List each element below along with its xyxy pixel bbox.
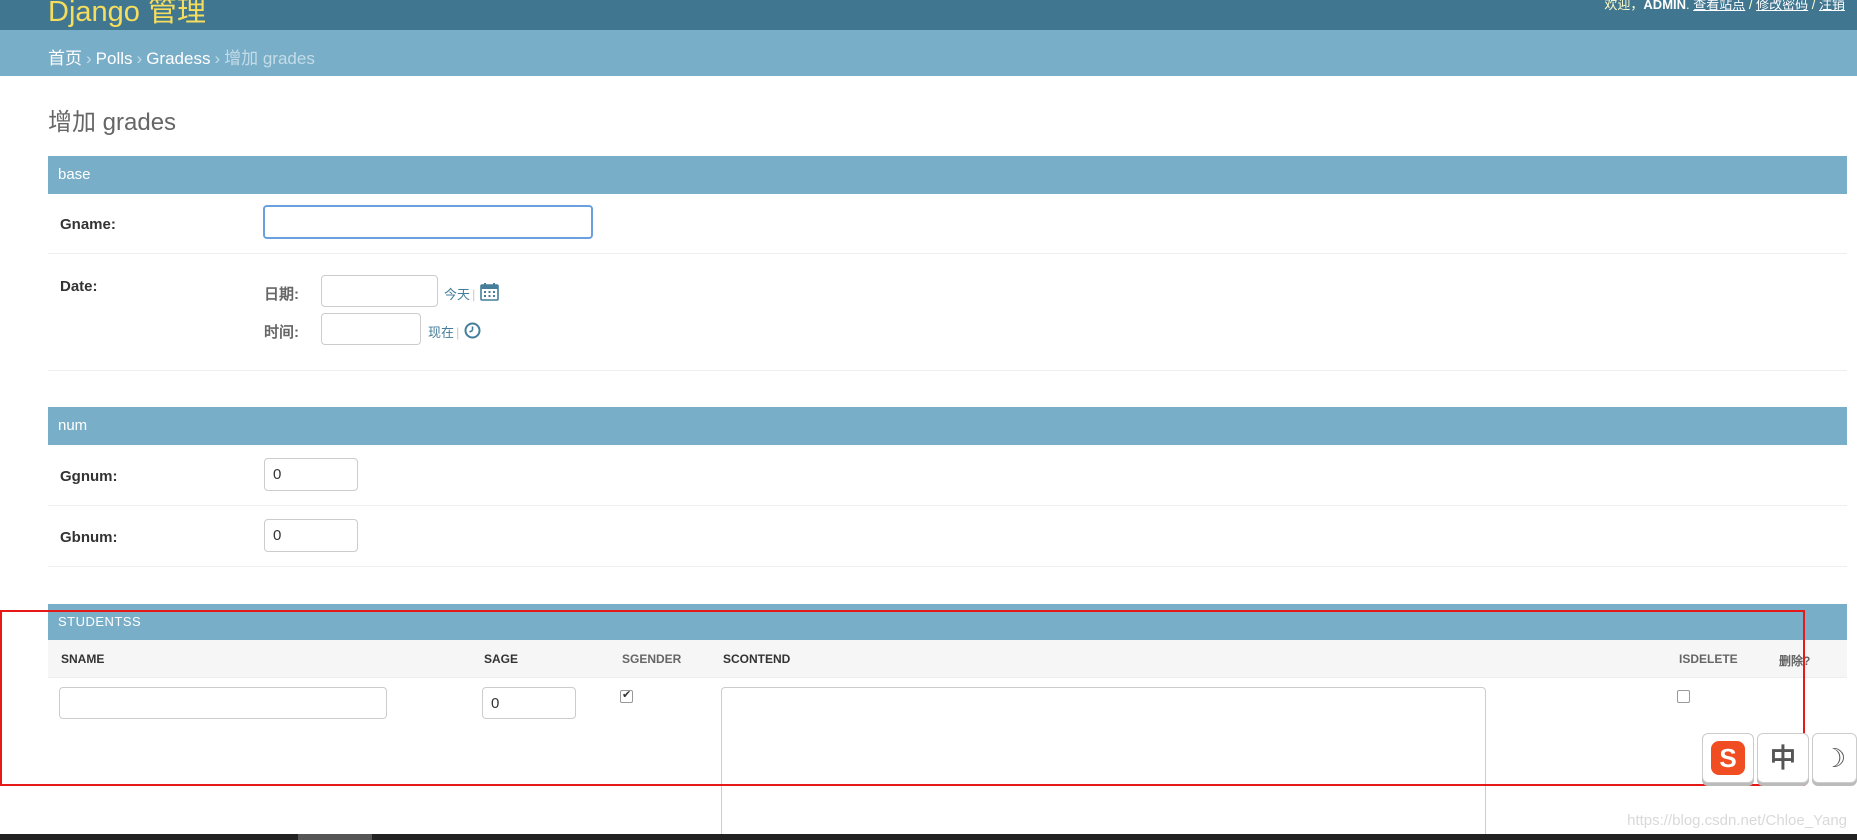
- today-link-wrap: 今天 |: [444, 287, 476, 302]
- gbnum-input[interactable]: [264, 519, 358, 552]
- sname-input[interactable]: [59, 687, 387, 719]
- scontend-textarea[interactable]: [721, 687, 1486, 840]
- change-password-link[interactable]: 修改密码: [1756, 0, 1808, 12]
- gname-input[interactable]: [263, 205, 593, 239]
- time-input[interactable]: [321, 313, 421, 345]
- username: ADMIN: [1643, 0, 1687, 12]
- form-row-gbnum: Gbnum:: [48, 506, 1847, 567]
- form-row-date: Date: 日期: 今天 | 时间: 现在 |: [48, 254, 1847, 371]
- time-sublabel: 时间:: [264, 324, 299, 341]
- fieldset-caption-base: base: [48, 156, 1847, 194]
- isdelete-checkbox[interactable]: [1677, 690, 1690, 703]
- form-row-ggnum: Ggnum:: [48, 445, 1847, 506]
- welcome-text: 欢迎，: [1604, 0, 1644, 12]
- date-sublabel: 日期:: [264, 286, 299, 303]
- breadcrumb-polls[interactable]: Polls: [96, 49, 133, 68]
- col-scontend: SCONTEND: [723, 652, 791, 666]
- col-isdelete: ISDELETE: [1679, 652, 1738, 666]
- gbnum-label: Gbnum:: [60, 529, 118, 546]
- inline-caption-studentss: STUDENTSS: [48, 604, 1847, 640]
- form-row-gname: Gname:: [48, 194, 1847, 254]
- gname-label: Gname:: [60, 216, 116, 233]
- user-tools: 欢迎，ADMIN. 查看站点 / 修改密码 / 注销: [1604, 0, 1845, 13]
- inline-table-header: SNAME SAGE SGENDER SCONTEND ISDELETE 删除?: [48, 640, 1847, 678]
- sgender-checkbox[interactable]: [620, 688, 633, 703]
- breadcrumb-gradess[interactable]: Gradess: [146, 49, 210, 68]
- now-link-wrap: 现在 |: [428, 325, 460, 340]
- now-link[interactable]: 现在: [428, 325, 454, 340]
- view-site-link[interactable]: 查看站点: [1693, 0, 1745, 12]
- breadcrumb-current: 增加 grades: [224, 49, 315, 68]
- watermark: https://blog.csdn.net/Chloe_Yang: [1627, 812, 1847, 829]
- breadcrumb: 首页 › Polls › Gradess › 增加 grades: [0, 30, 1857, 76]
- calendar-icon[interactable]: [480, 282, 499, 305]
- breadcrumb-home[interactable]: 首页: [48, 49, 82, 68]
- col-sname: SNAME: [61, 652, 105, 666]
- ggnum-input[interactable]: [264, 458, 358, 491]
- col-sage: SAGE: [484, 652, 519, 666]
- sage-input[interactable]: [482, 687, 576, 719]
- admin-header: Django 管理 欢迎，ADMIN. 查看站点 / 修改密码 / 注销: [0, 0, 1857, 30]
- site-branding[interactable]: Django 管理: [48, 0, 206, 30]
- logout-link[interactable]: 注销: [1819, 0, 1845, 12]
- ggnum-label: Ggnum:: [60, 468, 118, 485]
- page-title: 增加 grades: [48, 109, 177, 136]
- chinese-mode-key[interactable]: 中: [1757, 733, 1809, 783]
- sogou-ime-icon[interactable]: S: [1702, 733, 1754, 783]
- today-link[interactable]: 今天: [444, 287, 470, 302]
- clock-icon[interactable]: [464, 322, 481, 343]
- date-label: Date:: [60, 278, 98, 295]
- bottom-bar-segment: [298, 834, 372, 840]
- date-input[interactable]: [321, 275, 438, 307]
- col-delete: 删除?: [1779, 654, 1811, 668]
- col-sgender: SGENDER: [622, 652, 682, 666]
- moon-icon[interactable]: ☽: [1812, 733, 1857, 783]
- fieldset-caption-num: num: [48, 407, 1847, 445]
- bottom-bar: [0, 834, 1857, 840]
